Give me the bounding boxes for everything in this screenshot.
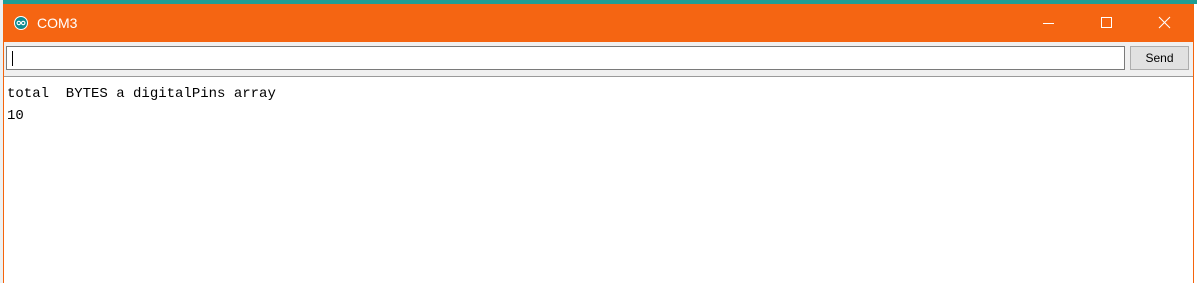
maximize-icon	[1101, 17, 1112, 28]
serial-output[interactable]: total BYTES a digitalPins array 10	[4, 76, 1193, 283]
window-title: COM3	[37, 15, 78, 31]
maximize-button[interactable]	[1077, 4, 1135, 42]
minimize-button[interactable]	[1019, 4, 1077, 42]
send-toolbar: Send	[4, 42, 1193, 76]
close-button[interactable]	[1135, 4, 1193, 42]
text-caret	[12, 51, 13, 66]
title-bar[interactable]: COM3	[4, 4, 1193, 42]
arduino-icon	[14, 16, 28, 30]
serial-monitor-window: COM3 Send total BYTES a digitalPins arra…	[3, 4, 1194, 283]
close-icon	[1158, 16, 1171, 29]
serial-input[interactable]	[6, 46, 1125, 70]
send-button[interactable]: Send	[1130, 46, 1189, 70]
output-line: total BYTES a digitalPins array	[7, 86, 276, 102]
minimize-icon	[1043, 23, 1054, 24]
output-line: 10	[7, 108, 24, 124]
